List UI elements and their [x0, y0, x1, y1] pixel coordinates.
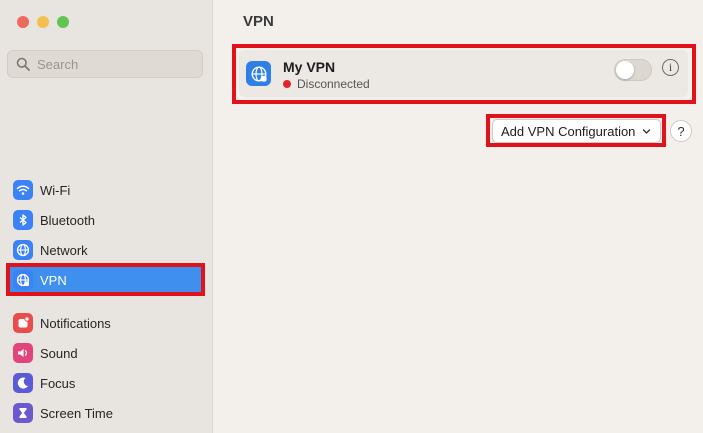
add-vpn-configuration-label: Add VPN Configuration — [501, 123, 636, 139]
sidebar-item-sound[interactable]: Sound — [7, 339, 205, 367]
vpn-globe-icon — [13, 270, 33, 290]
vpn-status: Disconnected — [283, 77, 370, 91]
sidebar-item-label: Wi-Fi — [40, 182, 71, 198]
bluetooth-icon — [13, 210, 33, 230]
sidebar-item-vpn[interactable]: VPN — [7, 266, 205, 294]
sidebar-item-label: Sound — [40, 345, 78, 361]
sidebar-item-label: Notifications — [40, 315, 111, 331]
sidebar-item-label: Focus — [40, 375, 76, 391]
window-controls — [17, 16, 69, 28]
sidebar-item-label: Bluetooth — [40, 212, 95, 228]
notifications-icon — [13, 313, 33, 333]
globe-icon — [13, 240, 33, 260]
sidebar-item-bluetooth[interactable]: Bluetooth — [7, 206, 205, 234]
minimize-window-button[interactable] — [37, 16, 49, 28]
sidebar-item-label: Network — [40, 242, 88, 258]
vpn-toggle[interactable] — [614, 59, 652, 81]
sidebar-item-label: VPN — [40, 272, 67, 288]
vpn-connection-row: My VPN Disconnected i — [239, 50, 688, 97]
search-icon — [16, 57, 30, 71]
help-button[interactable]: ? — [670, 120, 692, 142]
moon-icon — [13, 373, 33, 393]
info-icon[interactable]: i — [662, 59, 679, 76]
vpn-globe-icon — [246, 61, 271, 86]
sidebar-item-wifi[interactable]: Wi-Fi — [7, 176, 205, 204]
sidebar-item-focus[interactable]: Focus — [7, 369, 205, 397]
vpn-status-text: Disconnected — [297, 77, 370, 91]
page-title: VPN — [243, 13, 274, 30]
search-field[interactable] — [7, 50, 203, 78]
sidebar-item-notifications[interactable]: Notifications — [7, 309, 205, 337]
search-input[interactable] — [37, 56, 197, 72]
toggle-knob — [616, 61, 634, 79]
sidebar-item-label: Screen Time — [40, 405, 113, 421]
hourglass-icon — [13, 403, 33, 423]
zoom-window-button[interactable] — [57, 16, 69, 28]
add-vpn-configuration-button[interactable]: Add VPN Configuration — [492, 119, 661, 143]
sidebar-item-screen-time[interactable]: Screen Time — [7, 399, 205, 427]
sidebar-item-network[interactable]: Network — [7, 236, 205, 264]
speaker-icon — [13, 343, 33, 363]
chevron-down-icon — [643, 128, 651, 134]
wifi-icon — [13, 180, 33, 200]
vpn-name: My VPN — [283, 59, 336, 75]
close-window-button[interactable] — [17, 16, 29, 28]
status-dot — [283, 80, 291, 88]
sidebar: Wi-Fi Bluetooth Network VPN Notification… — [0, 0, 213, 433]
